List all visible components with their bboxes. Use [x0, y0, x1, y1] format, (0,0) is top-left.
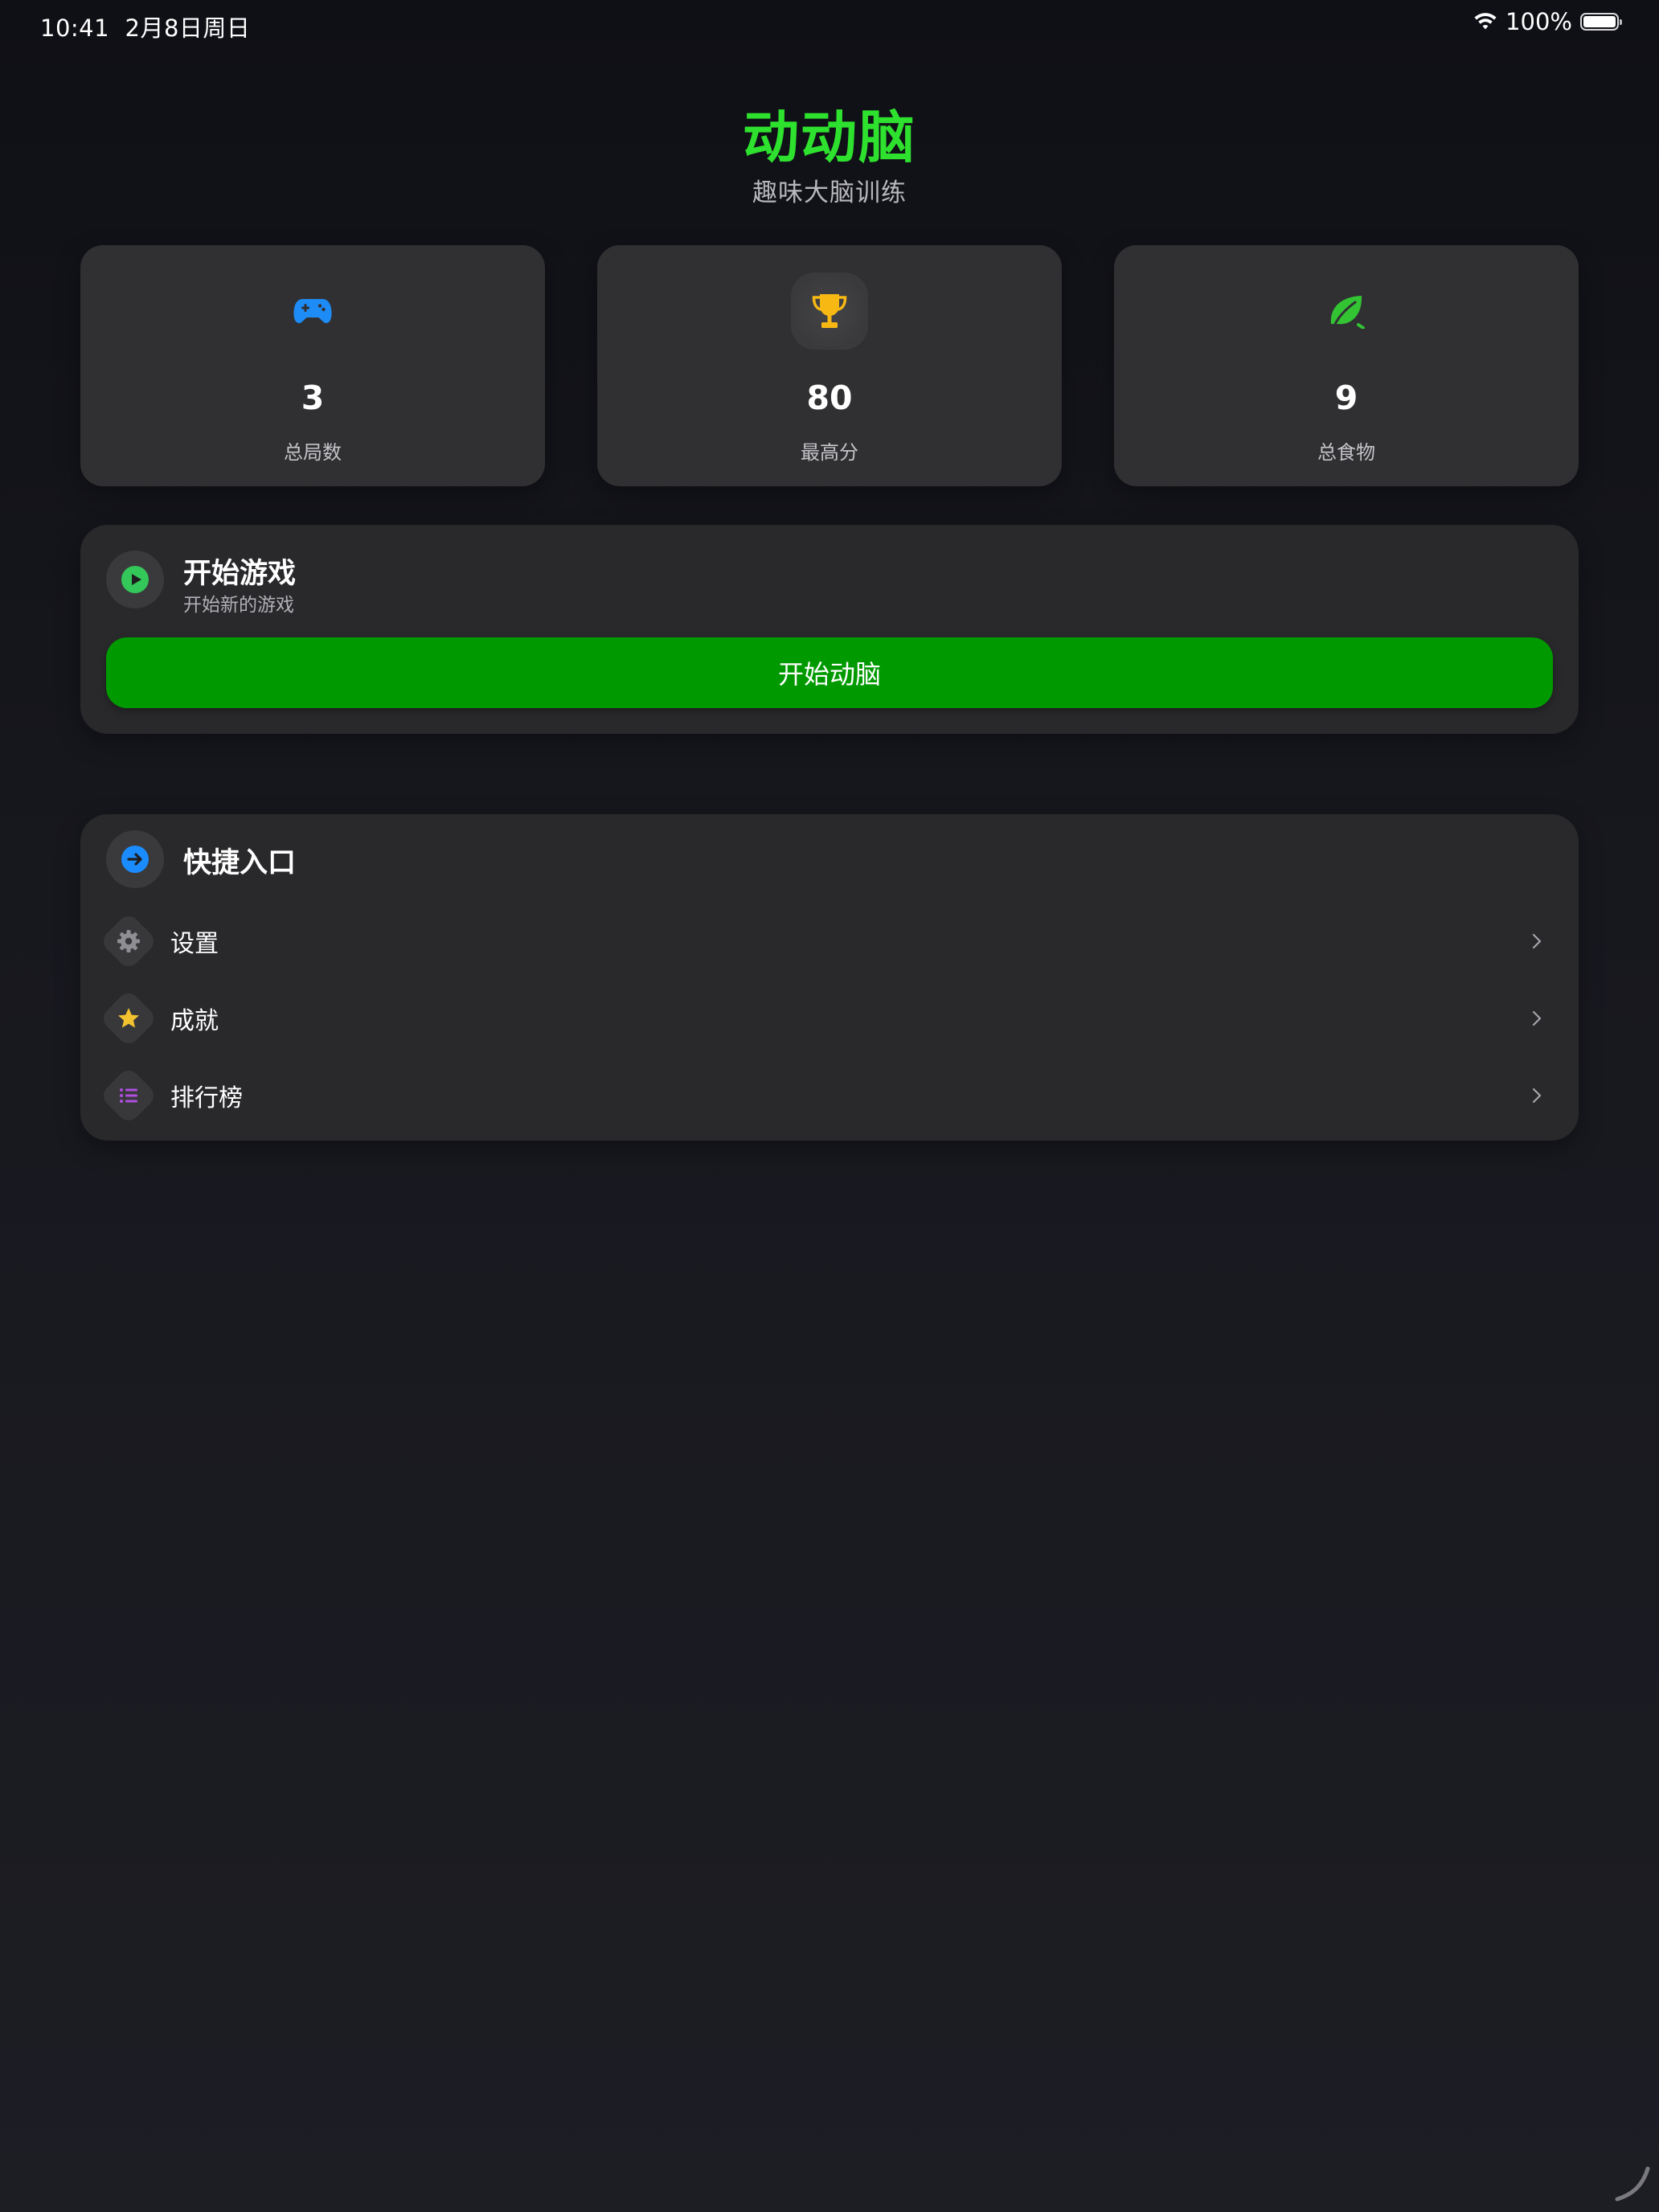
status-time: 10:41 2月8日周日: [40, 10, 250, 43]
start-game-button[interactable]: 开始动脑: [106, 637, 1553, 708]
status-bar: 10:41 2月8日周日 100%: [0, 0, 1659, 51]
wifi-icon: [1474, 13, 1497, 30]
quick-item-settings[interactable]: 设置: [80, 903, 1579, 980]
stat-card-total-games: 3 总局数: [80, 245, 545, 486]
chevron-right-icon: [1524, 1081, 1550, 1110]
panel-icon-wrap: [106, 551, 164, 608]
stat-icon-wrap: [1308, 272, 1385, 350]
quick-item-label: 排行榜: [170, 1084, 243, 1112]
stat-label: 总食物: [1317, 441, 1375, 464]
quick-item-achievements[interactable]: 成就: [80, 980, 1579, 1057]
battery-percent: 100%: [1505, 8, 1572, 35]
trophy-icon: [812, 294, 847, 328]
stat-icon-wrap: [791, 272, 868, 350]
stat-card-total-food: 9 总食物: [1114, 245, 1579, 486]
stat-label: 总局数: [284, 441, 342, 464]
quick-item-label: 设置: [170, 930, 219, 958]
quick-icon-wrap: [108, 997, 150, 1039]
stat-icon-wrap: [274, 272, 351, 350]
quick-item-label: 成就: [170, 1007, 219, 1035]
gear-icon: [117, 930, 140, 952]
list-icon: [120, 1088, 137, 1103]
gamepad-icon: [293, 299, 332, 323]
status-date: 2月8日周日: [125, 14, 251, 42]
stat-label: 最高分: [801, 441, 858, 464]
quick-icon-wrap: [108, 920, 150, 962]
quick-access-title: 快捷入口: [183, 847, 297, 879]
leaf-icon: [1330, 296, 1365, 329]
status-clock: 10:41: [40, 14, 110, 42]
start-game-panel: 开始游戏 开始新的游戏 开始动脑: [80, 525, 1579, 734]
start-game-subtitle: 开始新的游戏: [183, 595, 294, 616]
stat-value: 9: [1334, 379, 1358, 417]
battery-level: [1583, 16, 1616, 27]
chevron-right-icon: [1524, 927, 1550, 956]
resize-handle-icon[interactable]: [1612, 2164, 1653, 2204]
quick-icon-wrap: [108, 1075, 150, 1116]
quick-item-leaderboard[interactable]: 排行榜: [80, 1057, 1579, 1134]
battery-icon: [1580, 13, 1622, 31]
panel-icon-wrap: [106, 830, 164, 888]
quick-access-panel: 快捷入口 设置 成就 排行榜: [80, 814, 1579, 1141]
chevron-right-icon: [1524, 1004, 1550, 1033]
status-indicators: 100%: [1473, 8, 1622, 35]
app-title: 动动脑: [743, 104, 916, 170]
arrow-right-circle-icon: [121, 846, 149, 873]
app-subtitle: 趣味大脑训练: [752, 178, 907, 207]
stat-card-high-score: 80 最高分: [597, 245, 1062, 486]
star-icon: [118, 1008, 139, 1028]
start-game-title: 开始游戏: [183, 558, 297, 590]
stat-value: 80: [806, 379, 853, 417]
play-icon: [121, 566, 149, 593]
stat-value: 3: [301, 379, 325, 417]
